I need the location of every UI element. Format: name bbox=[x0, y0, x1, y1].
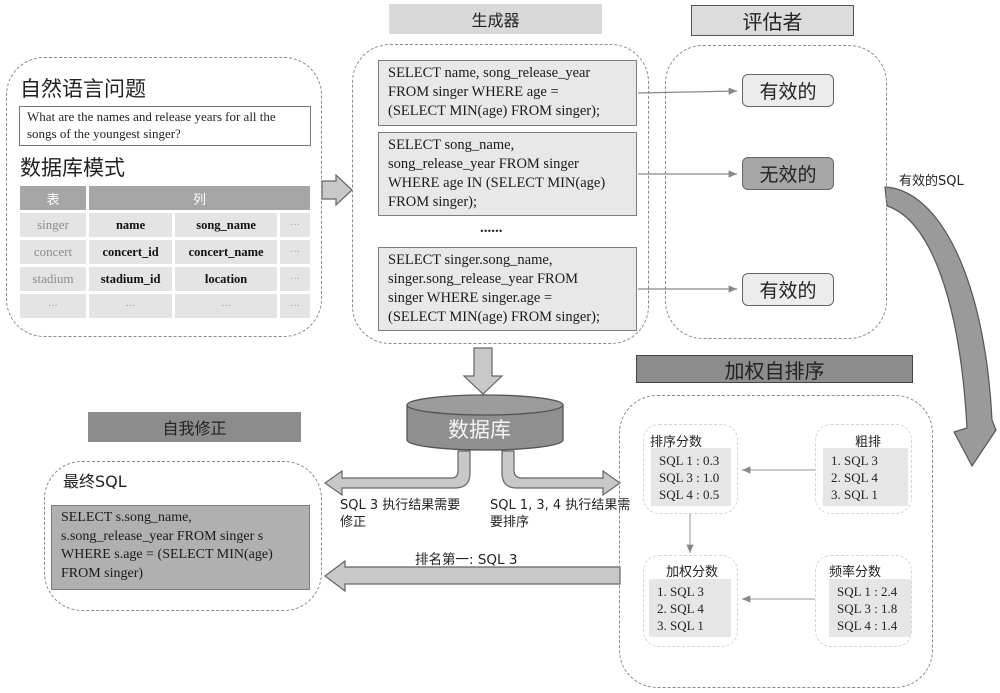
score-item: SQL 1 : 2.4 bbox=[837, 584, 898, 599]
rank-item: 1. SQL 3 bbox=[831, 453, 878, 468]
weighted-score-title: 加权分数 bbox=[666, 565, 719, 580]
schema-table-name: stadium bbox=[20, 267, 86, 291]
rank-score-list: SQL 1 : 0.3 SQL 3 : 1.0 SQL 4 : 0.5 bbox=[651, 448, 731, 506]
frequency-score-list: SQL 1 : 2.4 SQL 3 : 1.8 SQL 4 : 1.4 bbox=[829, 579, 911, 637]
database-label: 数据库 bbox=[448, 418, 511, 442]
generator-title-bar: 生成器 bbox=[389, 4, 602, 34]
schema-column: concert_name bbox=[175, 240, 277, 264]
schema-more: ··· bbox=[280, 240, 310, 264]
schema-header-row: 表 列 bbox=[20, 186, 310, 210]
sql-candidate-1: SELECT name, song_release_year FROM sing… bbox=[378, 60, 637, 126]
self-correction-title-bar: 自我修正 bbox=[88, 412, 301, 442]
schema-more: ··· bbox=[280, 213, 310, 237]
note-line: SQL 1, 3, 4 执行结果需 bbox=[490, 498, 631, 513]
sql-line: singer.song_release_year FROM bbox=[388, 271, 579, 287]
schema-row: concert concert_id concert_name ··· bbox=[20, 240, 310, 264]
question-box: What are the names and release years for… bbox=[19, 106, 311, 146]
note-line: 修正 bbox=[340, 515, 367, 530]
sql-line: SELECT name, song_release_year bbox=[388, 65, 591, 81]
rank-item: 2. SQL 4 bbox=[831, 470, 878, 485]
note-line: 要排序 bbox=[490, 515, 530, 530]
schema-title: 数据库模式 bbox=[20, 156, 125, 180]
score-item: SQL 3 : 1.8 bbox=[837, 601, 898, 616]
sql-line: FROM singer) bbox=[61, 565, 144, 581]
schema-row: ··· ··· ··· ··· bbox=[20, 294, 310, 318]
schema-column: ··· bbox=[89, 294, 173, 318]
schema-table-name: singer bbox=[20, 213, 86, 237]
correction-note: SQL 3 执行结果需要 修正 bbox=[340, 497, 460, 531]
score-item: SQL 4 : 1.4 bbox=[837, 618, 898, 633]
sql-line: SELECT s.song_name, bbox=[61, 510, 192, 525]
rank-item: 2. SQL 4 bbox=[657, 601, 704, 616]
frequency-score-title: 频率分数 bbox=[829, 565, 882, 580]
schema-table-name: ··· bbox=[20, 294, 86, 318]
schema-row: singer name song_name ··· bbox=[20, 213, 310, 237]
reranking-title-bar: 加权自排序 bbox=[636, 355, 913, 383]
verdict-valid-1: 有效的 bbox=[742, 74, 834, 107]
schema-column: ··· bbox=[175, 294, 277, 318]
rank-item: 3. SQL 1 bbox=[831, 487, 878, 502]
sql-candidate-2: SELECT song_name, song_release_year FROM… bbox=[378, 132, 637, 216]
schema-column: location bbox=[175, 267, 277, 291]
sql-line: SELECT singer.song_name, bbox=[388, 252, 553, 268]
question-title: 自然语言问题 bbox=[20, 77, 146, 101]
verdict-valid-2: 有效的 bbox=[742, 273, 834, 306]
sql-line: song_release_year FROM singer bbox=[388, 156, 579, 172]
sql-line: (SELECT MIN(age) FROM singer); bbox=[388, 103, 600, 119]
sql-line: FROM singer WHERE age = bbox=[388, 84, 559, 100]
input-to-generator-arrow bbox=[321, 173, 353, 207]
rank-first-label: 排名第一: SQL 3 bbox=[415, 552, 518, 568]
valid-sql-label: 有效的SQL bbox=[899, 174, 964, 189]
candidates-ellipsis: ...... bbox=[480, 220, 503, 236]
score-item: SQL 3 : 1.0 bbox=[659, 470, 720, 485]
generator-to-database-arrow bbox=[462, 347, 504, 395]
schema-more: ··· bbox=[280, 294, 310, 318]
sql-candidate-3: SELECT singer.song_name, singer.song_rel… bbox=[378, 247, 637, 331]
database-to-reranking-arrow bbox=[501, 450, 622, 497]
score-item: SQL 1 : 0.3 bbox=[659, 453, 720, 468]
sql-line: (SELECT MIN(age) FROM singer); bbox=[388, 309, 600, 325]
rank-item: 1. SQL 3 bbox=[657, 584, 704, 599]
schema-table-name: concert bbox=[20, 240, 86, 264]
note-line: SQL 3 执行结果需要 bbox=[340, 498, 461, 513]
schema-column: song_name bbox=[175, 213, 277, 237]
sql-line: SELECT song_name, bbox=[388, 137, 515, 153]
sql-line: singer WHERE singer.age = bbox=[388, 290, 553, 306]
rough-rank-list: 1. SQL 3 2. SQL 4 3. SQL 1 bbox=[823, 448, 908, 506]
sql-line: s.song_release_year FROM singer s bbox=[61, 528, 264, 544]
question-line: What are the names and release years for… bbox=[27, 109, 276, 124]
schema-row: stadium stadium_id location ··· bbox=[20, 267, 310, 291]
sql-line: FROM singer); bbox=[388, 194, 478, 210]
schema-header-columns: 列 bbox=[89, 186, 310, 210]
sql-line: WHERE age IN (SELECT MIN(age) bbox=[388, 175, 606, 191]
evaluator-title-bar: 评估者 bbox=[691, 5, 854, 36]
score-item: SQL 4 : 0.5 bbox=[659, 487, 720, 502]
verdict-invalid: 无效的 bbox=[742, 157, 834, 190]
schema-column: name bbox=[89, 213, 173, 237]
sql-line: WHERE s.age = (SELECT MIN(age) bbox=[61, 547, 273, 562]
database-to-correction-arrow bbox=[323, 450, 471, 497]
schema-column: concert_id bbox=[89, 240, 173, 264]
question-line: songs of the youngest singer? bbox=[27, 126, 181, 141]
schema-header-table: 表 bbox=[20, 186, 86, 210]
rank-item: 3. SQL 1 bbox=[657, 618, 704, 633]
schema-column: stadium_id bbox=[89, 267, 173, 291]
schema-more: ··· bbox=[280, 267, 310, 291]
schema-table: 表 列 singer name song_name ··· concert co… bbox=[17, 183, 313, 321]
final-sql-title: 最终SQL bbox=[63, 472, 127, 491]
final-sql-box: SELECT s.song_name, s.song_release_year … bbox=[51, 505, 310, 590]
reranking-note: SQL 1, 3, 4 执行结果需 要排序 bbox=[490, 497, 630, 531]
weighted-score-list: 1. SQL 3 2. SQL 4 3. SQL 1 bbox=[649, 579, 731, 637]
